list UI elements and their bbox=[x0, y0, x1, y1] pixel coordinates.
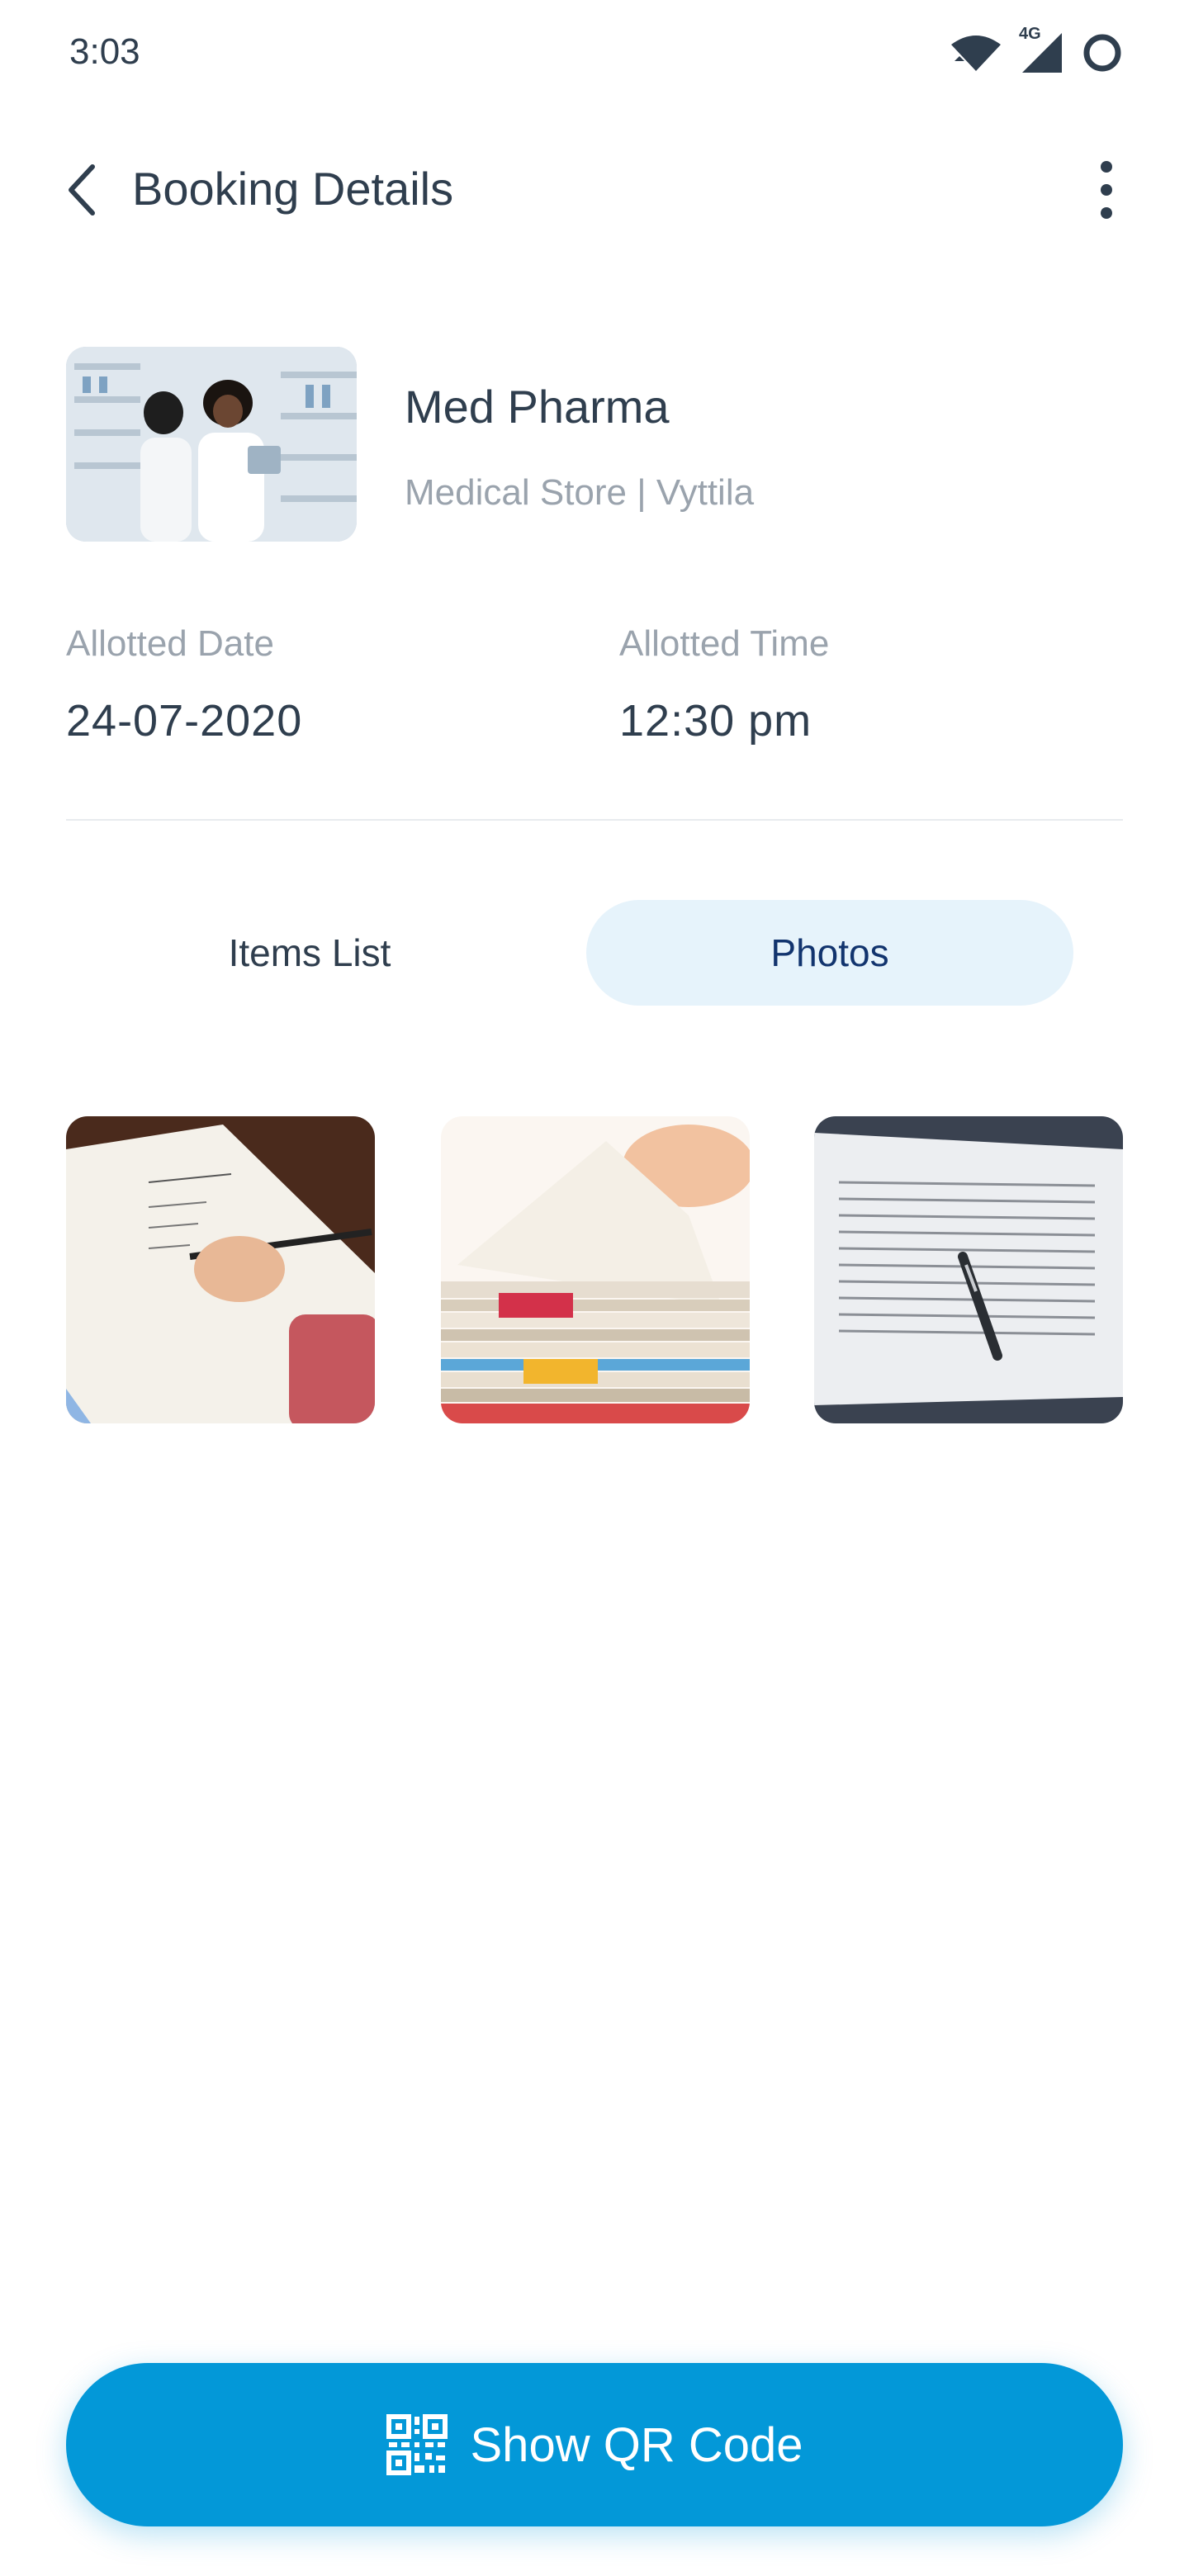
photo-paper-stack[interactable] bbox=[441, 1116, 750, 1423]
app-bar: Booking Details bbox=[0, 140, 1189, 239]
show-qr-code-label: Show QR Code bbox=[470, 2417, 803, 2472]
page-title: Booking Details bbox=[132, 163, 454, 215]
cellular-signal-icon: 4G bbox=[1019, 25, 1063, 74]
more-options-button[interactable] bbox=[1073, 157, 1139, 223]
status-bar: 3:03 4G bbox=[0, 0, 1189, 107]
status-icons: 4G bbox=[950, 25, 1123, 74]
photo-contract-pen[interactable] bbox=[814, 1116, 1123, 1423]
tab-items-list[interactable]: Items List bbox=[66, 900, 553, 1006]
chevron-left-icon bbox=[69, 164, 95, 215]
allotted-time-value: 12:30 pm bbox=[619, 696, 812, 746]
store-name: Med Pharma bbox=[405, 381, 670, 433]
photo-notebook-writing[interactable] bbox=[66, 1116, 375, 1423]
tab-photos[interactable]: Photos bbox=[586, 900, 1073, 1006]
store-image bbox=[66, 347, 357, 542]
status-time: 3:03 bbox=[69, 31, 140, 72]
qr-code-icon bbox=[386, 2414, 448, 2475]
network-type-label: 4G bbox=[1019, 25, 1041, 43]
battery-ring-icon bbox=[1083, 34, 1121, 72]
tab-bar: Items List Photos bbox=[66, 900, 1073, 1006]
wifi-icon bbox=[951, 36, 1001, 71]
show-qr-code-button[interactable]: Show QR Code bbox=[66, 2363, 1123, 2526]
allotted-date-value: 24-07-2020 bbox=[66, 696, 303, 746]
back-button[interactable] bbox=[50, 157, 116, 223]
allotted-date-label: Allotted Date bbox=[66, 623, 274, 664]
more-vertical-icon bbox=[1101, 161, 1112, 219]
allotted-time-label: Allotted Time bbox=[619, 623, 830, 664]
divider bbox=[66, 819, 1123, 821]
store-subtitle: Medical Store | Vyttila bbox=[405, 472, 755, 513]
